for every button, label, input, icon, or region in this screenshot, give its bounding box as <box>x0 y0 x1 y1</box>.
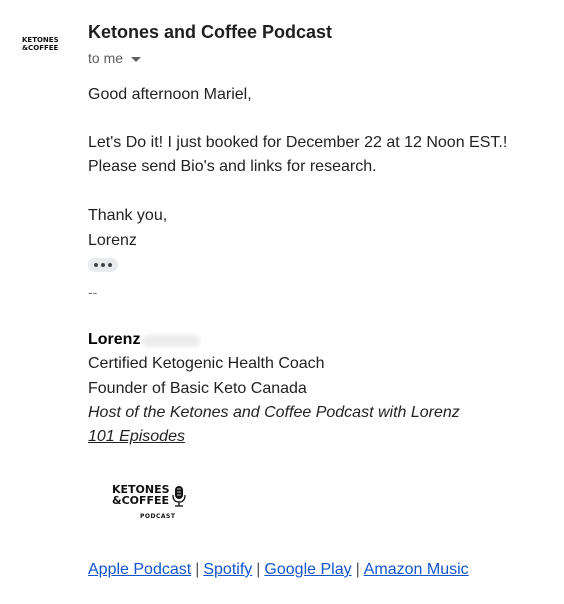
sign-off-name: Lorenz <box>88 232 137 249</box>
closing-text: Thank you, <box>88 207 168 224</box>
dot-icon <box>101 263 105 267</box>
signature-episodes-container: 101 Episodes <box>88 428 185 446</box>
link-separator: | <box>195 561 200 578</box>
show-trimmed-content-button[interactable] <box>88 258 118 272</box>
chevron-down-icon[interactable] <box>131 56 142 62</box>
greeting-text: Good afternoon Mariel, <box>88 86 252 103</box>
logo-text: KETONES &COFFEE <box>112 484 170 506</box>
episodes-link[interactable]: 101 Episodes <box>88 428 185 445</box>
sender-name[interactable]: Ketones and Coffee Podcast <box>88 22 332 43</box>
dot-icon <box>108 263 112 267</box>
link-separator: | <box>256 561 261 578</box>
signature-host: Host of the Ketones and Coffee Podcast w… <box>88 404 460 421</box>
microphone-icon <box>172 486 186 507</box>
signature-separator: -- <box>88 284 98 300</box>
signature-title: Certified Ketogenic Health Coach <box>88 355 325 372</box>
amazon-music-link[interactable]: Amazon Music <box>364 561 469 578</box>
recipient-details-toggle[interactable]: to me <box>88 50 142 66</box>
spotify-link[interactable]: Spotify <box>203 561 252 578</box>
body-line-2: Please send Bio's and links for research… <box>88 158 377 175</box>
logo-subtitle: PODCAST <box>140 513 176 520</box>
dot-icon <box>94 263 98 267</box>
avatar-text-line2: &COFFEE <box>22 44 59 52</box>
logo-text-line2: &COFFEE <box>112 494 170 507</box>
google-play-link[interactable]: Google Play <box>264 561 351 578</box>
body-line-1: Let's Do it! I just booked for December … <box>88 134 508 151</box>
apple-podcast-link[interactable]: Apple Podcast <box>88 561 191 578</box>
podcast-logo[interactable]: KETONES &COFFEE PODCAST <box>112 484 192 524</box>
sender-avatar: KETONES &COFFEE <box>22 36 66 58</box>
redacted-text <box>142 335 200 347</box>
podcast-links: Apple Podcast | Spotify | Google Play | Amazon… <box>88 561 469 579</box>
avatar-text-line1: KETONES <box>22 36 59 44</box>
signature-founder: Founder of Basic Keto Canada <box>88 380 307 397</box>
recipient-label: to me <box>88 50 124 66</box>
link-separator: | <box>355 561 360 578</box>
signature-name: Lorenz <box>88 331 141 348</box>
